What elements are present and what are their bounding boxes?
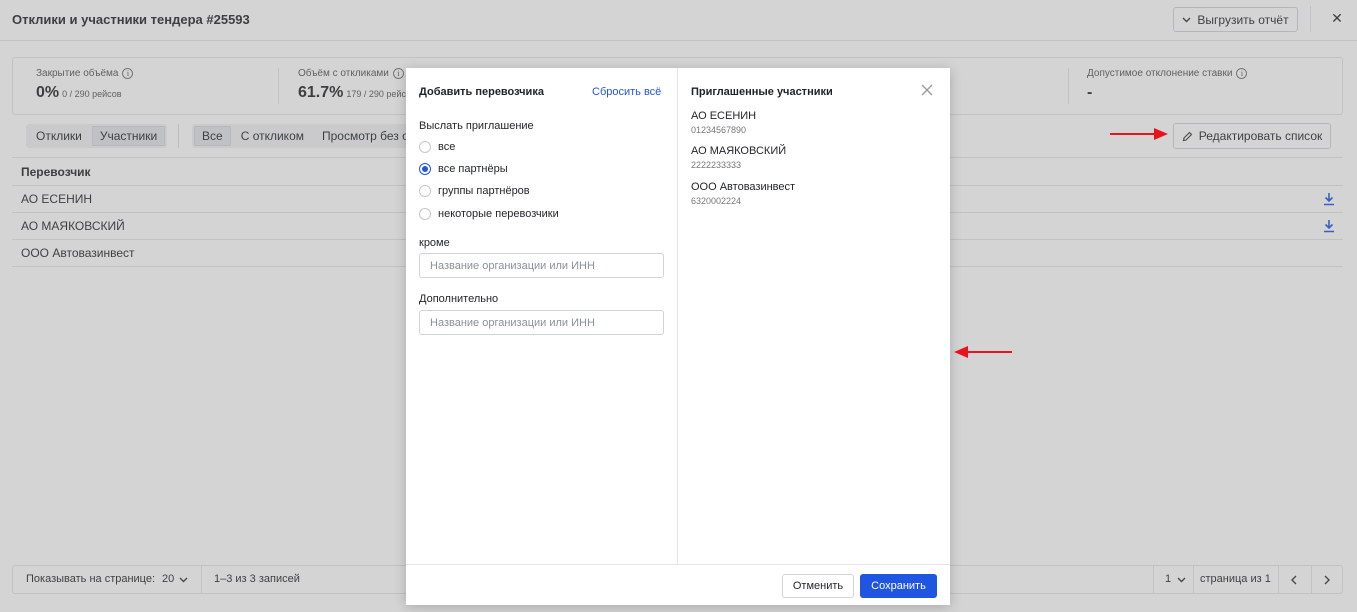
radio-partner-groups[interactable]: группы партнёров — [419, 185, 530, 197]
participant-inn: 6320002224 — [691, 196, 742, 206]
annotation-arrow-left-icon — [954, 346, 1012, 358]
participant-name: АО ЕСЕНИН — [691, 110, 757, 122]
radio-all-partners[interactable]: все партнёры — [419, 163, 508, 175]
radio-label: все — [438, 141, 456, 153]
list-item: ООО Автовазинвест 6320002224 — [691, 181, 795, 206]
invited-participants-title: Приглашенные участники — [691, 86, 833, 98]
participant-name: ООО Автовазинвест — [691, 181, 796, 193]
save-button[interactable]: Сохранить — [860, 574, 937, 598]
additional-input[interactable] — [419, 310, 664, 335]
radio-label: некоторые перевозчики — [438, 208, 559, 220]
participant-inn: 2222233333 — [691, 160, 742, 170]
radio-button[interactable] — [419, 208, 431, 220]
invite-label: Выслать приглашение — [419, 120, 534, 132]
participant-inn: 01234567890 — [691, 125, 747, 135]
radio-button[interactable] — [419, 185, 431, 197]
radio-some-carriers[interactable]: некоторые перевозчики — [419, 208, 559, 220]
except-label: кроме — [419, 237, 450, 249]
add-carrier-title: Добавить перевозчика — [419, 86, 544, 98]
except-input[interactable] — [419, 253, 664, 278]
list-item: АО ЕСЕНИН 01234567890 — [691, 110, 756, 135]
radio-button[interactable] — [419, 141, 431, 153]
radio-label: все партнёры — [438, 163, 508, 175]
add-carrier-panel: Добавить перевозчика Сбросить всё Выслат… — [406, 68, 678, 564]
modal-footer: Отменить Сохранить — [406, 564, 950, 605]
add-carrier-modal: Добавить перевозчика Сбросить всё Выслат… — [406, 68, 950, 605]
radio-label: группы партнёров — [438, 185, 530, 197]
participant-name: АО МАЯКОВСКИЙ — [691, 145, 787, 157]
cancel-button[interactable]: Отменить — [782, 574, 854, 598]
reset-all-link[interactable]: Сбросить всё — [592, 86, 661, 98]
annotation-arrow-right-icon — [1110, 128, 1168, 140]
radio-all[interactable]: все — [419, 141, 455, 153]
radio-button[interactable] — [419, 163, 431, 175]
list-item: АО МАЯКОВСКИЙ 2222233333 — [691, 145, 786, 170]
invited-participants-panel: Приглашенные участники АО ЕСЕНИН 0123456… — [678, 68, 950, 564]
close-icon[interactable] — [920, 83, 934, 97]
additional-label: Дополнительно — [419, 293, 499, 305]
